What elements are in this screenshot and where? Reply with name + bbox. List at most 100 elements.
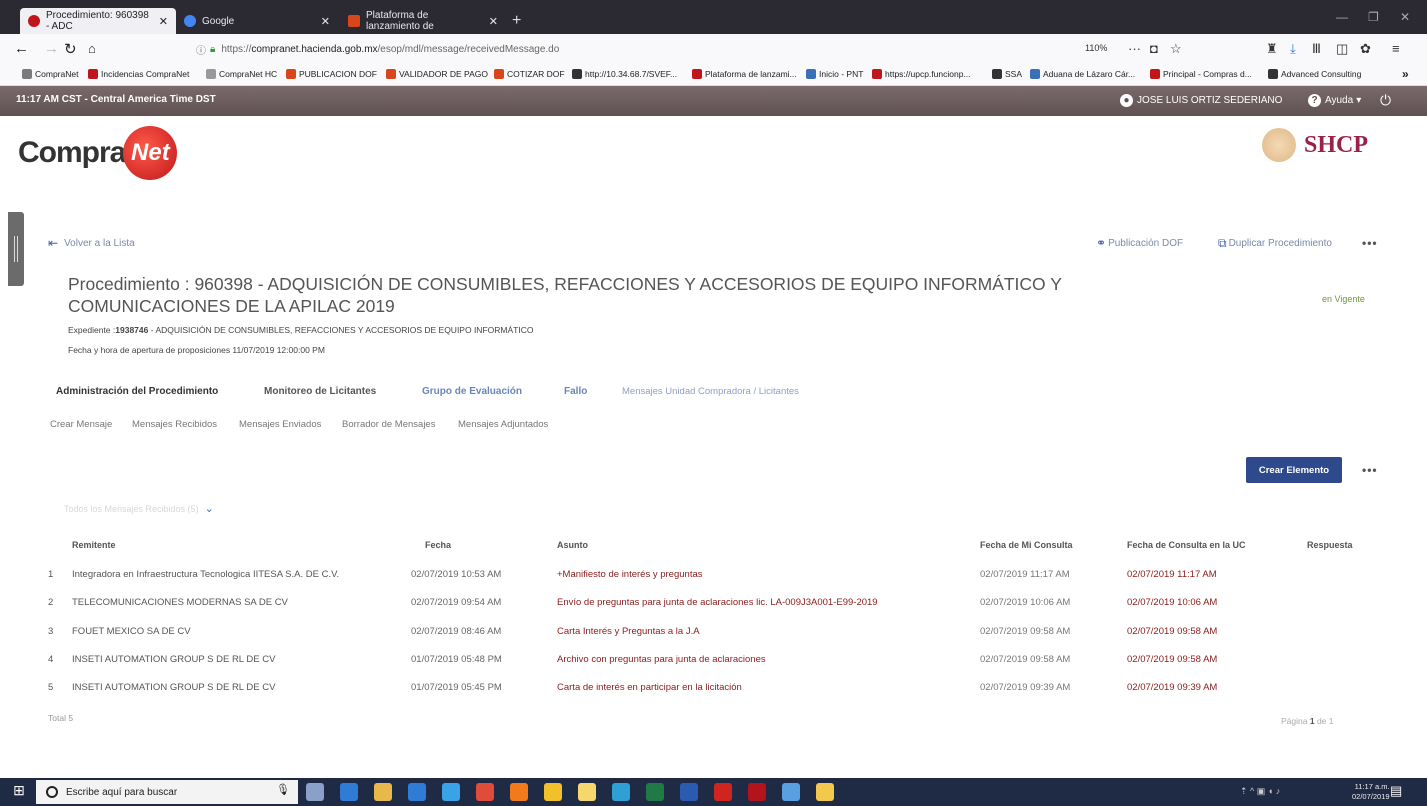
menu-icon[interactable]: ≡ bbox=[1392, 41, 1400, 56]
power-icon[interactable]: ⏻ bbox=[1380, 92, 1391, 109]
message-filter-dropdown[interactable]: Todos los Mensajes Recibidos (5) ⌄ bbox=[64, 502, 214, 515]
task-view-icon[interactable] bbox=[306, 783, 324, 801]
tab-grupo-evaluacion[interactable]: Grupo de Evaluación bbox=[422, 386, 522, 397]
col-header-fecha-mi-consulta[interactable]: Fecha de Mi Consulta bbox=[980, 540, 1073, 550]
subtab-mensajes-enviados[interactable]: Mensajes Enviados bbox=[239, 419, 321, 430]
firefox-icon[interactable] bbox=[510, 783, 528, 801]
subtab-adjuntados[interactable]: Mensajes Adjuntados bbox=[458, 419, 548, 430]
new-tab-icon[interactable]: + bbox=[512, 12, 521, 30]
help-menu[interactable]: ? Ayuda ▾ bbox=[1308, 94, 1361, 107]
windows-start-icon[interactable]: ⊞ bbox=[6, 782, 32, 802]
chrome-icon[interactable] bbox=[476, 783, 494, 801]
pagination[interactable]: Página 1 de 1 bbox=[1281, 716, 1334, 726]
library-icon[interactable]: Ⅲ bbox=[1312, 41, 1321, 57]
home-icon[interactable]: ⌂ bbox=[88, 41, 96, 56]
bookmark-item[interactable]: COTIZAR DOF bbox=[494, 69, 565, 79]
pocket-icon[interactable]: ◘ bbox=[1150, 41, 1158, 56]
close-icon[interactable]: ✕ bbox=[315, 15, 330, 28]
bookmark-item[interactable]: Incidencias CompraNet bbox=[88, 69, 189, 79]
zoom-level[interactable]: 110% bbox=[1085, 43, 1107, 53]
browser-tab-compranet[interactable]: Procedimiento: 960398 - ADC ✕ bbox=[20, 8, 176, 34]
store-icon[interactable] bbox=[408, 783, 426, 801]
duplicar-procedimiento-link[interactable]: ⧉ Duplicar Procedimiento bbox=[1218, 236, 1332, 251]
sticky-icon[interactable] bbox=[578, 783, 596, 801]
system-tray-icons[interactable]: ⇡ ^ ▣ ◖ ♪ bbox=[1240, 786, 1280, 797]
subtab-mensajes-recibidos[interactable]: Mensajes Recibidos bbox=[132, 419, 217, 430]
bookmark-item[interactable]: Principal - Compras d... bbox=[1150, 69, 1252, 79]
minimize-icon[interactable]: — bbox=[1336, 10, 1348, 24]
file-explorer-icon[interactable] bbox=[374, 783, 392, 801]
maximize-icon[interactable]: ❐ bbox=[1368, 10, 1379, 24]
word-icon[interactable] bbox=[680, 783, 698, 801]
col-header-fecha-uc[interactable]: Fecha de Consulta en la UC bbox=[1127, 540, 1246, 550]
back-arrow-icon[interactable]: ← bbox=[14, 40, 29, 57]
row-asunto-link[interactable]: Archivo con preguntas para junta de acla… bbox=[557, 654, 766, 665]
forward-arrow-icon[interactable]: → bbox=[44, 40, 59, 57]
table-row[interactable]: 4 INSETI AUTOMATION GROUP S DE RL DE CV … bbox=[0, 654, 1427, 682]
table-row[interactable]: 2 TELECOMUNICACIONES MODERNAS SA DE CV 0… bbox=[0, 597, 1427, 625]
ie-icon[interactable] bbox=[442, 783, 460, 801]
bookmark-item[interactable]: Advanced Consulting bbox=[1268, 69, 1361, 79]
col-header-asunto[interactable]: Asunto bbox=[557, 540, 588, 550]
row-asunto-link[interactable]: Carta Interés y Preguntas a la J.A bbox=[557, 626, 700, 637]
more-actions-icon[interactable]: ••• bbox=[1362, 236, 1378, 250]
bookmark-star-icon[interactable]: ☆ bbox=[1170, 41, 1182, 57]
bookmark-item[interactable]: PUBLICACION DOF bbox=[286, 69, 377, 79]
microphone-icon[interactable]: 🎙︎ bbox=[276, 783, 290, 796]
paint-icon[interactable] bbox=[782, 783, 800, 801]
taskbar-clock[interactable]: 11:17 a.m. 02/07/2019 bbox=[1352, 782, 1390, 802]
tab-fallo[interactable]: Fallo bbox=[564, 386, 587, 397]
excel-icon[interactable] bbox=[646, 783, 664, 801]
table-row[interactable]: 3 FOUET MEXICO SA DE CV 02/07/2019 08:46… bbox=[0, 626, 1427, 654]
back-to-list-link[interactable]: ⇤ Volver a la Lista bbox=[48, 236, 135, 250]
bookmark-item[interactable]: Aduana de Lázaro Cár... bbox=[1030, 69, 1135, 79]
info-icon[interactable]: ⓘ bbox=[196, 42, 206, 57]
bookmark-item[interactable]: VALIDADOR DE PAGO bbox=[386, 69, 488, 79]
notification-icon[interactable]: ▤ bbox=[1390, 783, 1402, 799]
bookmark-item[interactable]: CompraNet HC bbox=[206, 69, 277, 79]
url-bar[interactable]: ⓘ 🔒︎ https://compranet.hacienda.gob.mx/e… bbox=[196, 39, 1196, 59]
table-row[interactable]: 1 Integradora en Infraestructura Tecnolo… bbox=[0, 569, 1427, 597]
bookmark-item[interactable]: https://upcp.funcionp... bbox=[872, 69, 971, 79]
download-icon[interactable]: ⤓ bbox=[1290, 41, 1296, 57]
subtab-crear-mensaje[interactable]: Crear Mensaje bbox=[50, 419, 112, 430]
col-header-respuesta[interactable]: Respuesta bbox=[1307, 540, 1353, 550]
window-close-icon[interactable]: ✕ bbox=[1400, 10, 1410, 24]
close-icon[interactable]: ✕ bbox=[483, 15, 498, 28]
edge-icon[interactable] bbox=[340, 783, 358, 801]
extension-icon[interactable]: ♜ bbox=[1266, 41, 1278, 57]
tab-mensajes[interactable]: Mensajes Unidad Compradora / Licitantes bbox=[622, 386, 799, 397]
more-bookmarks-icon[interactable]: » bbox=[1402, 67, 1409, 81]
row-asunto-link[interactable]: Envío de preguntas para junta de aclarac… bbox=[557, 597, 878, 608]
bookmark-item[interactable]: Inicio - PNT bbox=[806, 69, 863, 79]
col-header-remitente[interactable]: Remitente bbox=[72, 540, 116, 550]
tab-administracion[interactable]: Administración del Procedimiento bbox=[56, 386, 218, 397]
row-asunto-link[interactable]: Carta de interés en participar en la lic… bbox=[557, 682, 742, 693]
crear-elemento-button[interactable]: Crear Elemento bbox=[1246, 457, 1342, 483]
side-panel-handle[interactable] bbox=[8, 212, 24, 286]
table-row[interactable]: 5 INSETI AUTOMATION GROUP S DE RL DE CV … bbox=[0, 682, 1427, 710]
bookmark-item[interactable]: http://10.34.68.7/SVEF... bbox=[572, 69, 677, 79]
user-menu[interactable]: ● JOSE LUIS ORTIZ SEDERIANO bbox=[1120, 94, 1282, 107]
bookmark-item[interactable]: CompraNet bbox=[22, 69, 78, 79]
acrobat-icon[interactable] bbox=[748, 783, 766, 801]
page-actions-icon[interactable]: ··· bbox=[1128, 41, 1141, 56]
bookmark-item[interactable]: SSA bbox=[992, 69, 1022, 79]
taskbar-search[interactable]: Escribe aquí para buscar bbox=[36, 780, 298, 804]
pdf-icon[interactable] bbox=[714, 783, 732, 801]
folder-icon[interactable] bbox=[544, 783, 562, 801]
row-asunto-link[interactable]: +Manifiesto de interés y preguntas bbox=[557, 569, 703, 580]
close-icon[interactable]: ✕ bbox=[153, 15, 168, 28]
bookmark-item[interactable]: Plataforma de lanzami... bbox=[692, 69, 797, 79]
more-options-icon[interactable]: ••• bbox=[1362, 463, 1378, 477]
photos-icon[interactable] bbox=[612, 783, 630, 801]
sidebar-icon[interactable]: ◫ bbox=[1336, 41, 1348, 57]
browser-tab-google[interactable]: Google ✕ bbox=[176, 8, 338, 34]
reload-icon[interactable]: ↻ bbox=[64, 40, 77, 58]
addon-icon[interactable]: ✿ bbox=[1360, 41, 1371, 57]
browser-tab-plataforma[interactable]: Plataforma de lanzamiento de ✕ bbox=[340, 8, 506, 34]
pen-icon[interactable] bbox=[816, 783, 834, 801]
col-header-fecha[interactable]: Fecha bbox=[425, 540, 451, 550]
tab-monitoreo[interactable]: Monitoreo de Licitantes bbox=[264, 386, 376, 397]
subtab-borrador[interactable]: Borrador de Mensajes bbox=[342, 419, 435, 430]
